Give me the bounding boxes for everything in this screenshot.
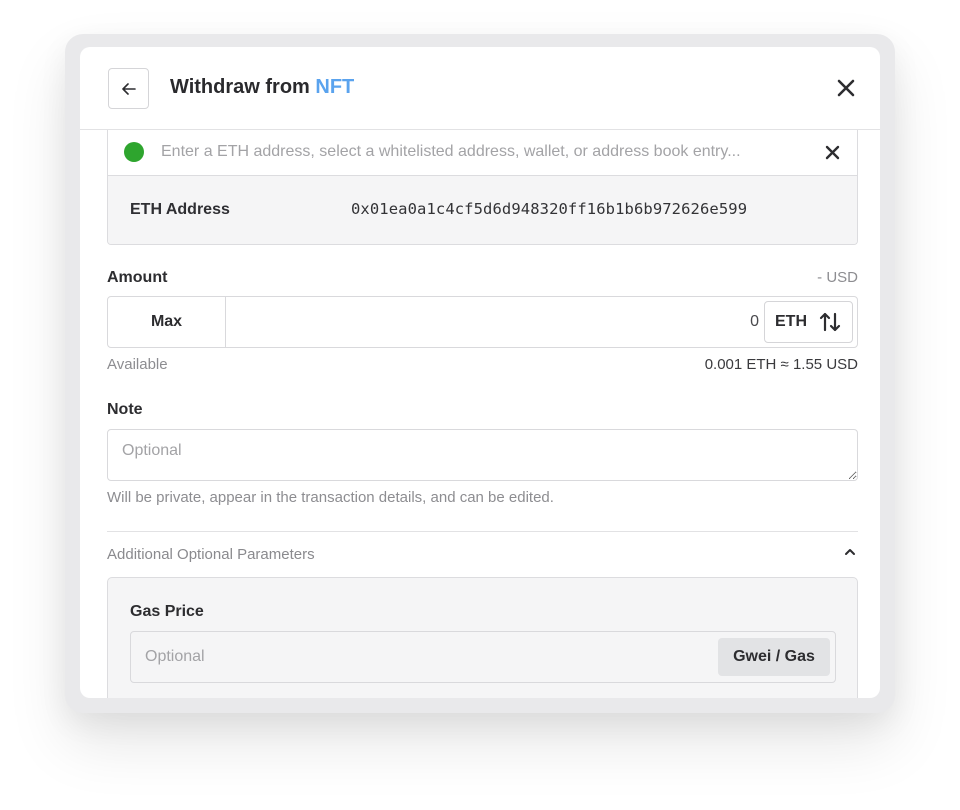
close-icon — [837, 79, 855, 97]
additional-parameters-panel: Gas Price Gwei / Gas — [107, 577, 858, 698]
gas-price-label: Gas Price — [130, 603, 204, 620]
status-dot-icon — [124, 142, 144, 162]
close-icon — [825, 145, 840, 160]
dialog-title: Withdraw from NFT — [170, 76, 354, 99]
back-button[interactable] — [108, 68, 149, 109]
clear-address-button[interactable] — [824, 144, 841, 161]
chevron-up-icon — [845, 549, 855, 555]
gas-price-field: Gwei / Gas — [130, 631, 836, 683]
title-accent: NFT — [315, 76, 355, 98]
address-selector: Enter a ETH address, select a whiteliste… — [107, 130, 858, 245]
amount-label: Amount — [107, 269, 168, 286]
note-textarea[interactable] — [107, 429, 858, 481]
address-input[interactable]: Enter a ETH address, select a whiteliste… — [108, 130, 857, 176]
amount-field: Max 0 ETH — [107, 296, 858, 348]
additional-parameters-toggle[interactable]: Additional Optional Parameters — [107, 537, 858, 572]
arrow-left-icon — [121, 82, 136, 95]
gas-price-input[interactable] — [131, 632, 711, 682]
amount-fiat-equivalent: - USD — [817, 269, 858, 286]
gas-price-unit: Gwei / Gas — [718, 638, 830, 676]
title-prefix: Withdraw from — [170, 76, 316, 98]
unit-toggle-button[interactable]: ETH — [764, 301, 853, 343]
max-button[interactable]: Max — [108, 297, 226, 347]
amount-input[interactable]: 0 — [750, 313, 759, 331]
note-help-text: Will be private, appear in the transacti… — [107, 489, 554, 506]
withdraw-dialog: Withdraw from NFT Enter a ETH address, s… — [80, 47, 880, 698]
swap-vertical-icon — [819, 312, 841, 332]
available-label: Available — [107, 356, 168, 373]
address-placeholder: Enter a ETH address, select a whiteliste… — [161, 143, 741, 160]
eth-address-label: ETH Address — [130, 201, 230, 218]
section-divider — [107, 531, 858, 532]
additional-parameters-label: Additional Optional Parameters — [107, 546, 315, 563]
available-value: 0.001 ETH ≈ 1.55 USD — [704, 356, 858, 373]
note-label: Note — [107, 401, 143, 418]
address-detail: ETH Address 0x01ea0a1c4cf5d6d948320ff16b… — [108, 176, 857, 244]
dialog-header: Withdraw from NFT — [80, 47, 880, 130]
close-button[interactable] — [835, 77, 857, 99]
unit-label: ETH — [775, 313, 807, 330]
eth-address-value: 0x01ea0a1c4cf5d6d948320ff16b1b6b972626e5… — [351, 200, 748, 218]
